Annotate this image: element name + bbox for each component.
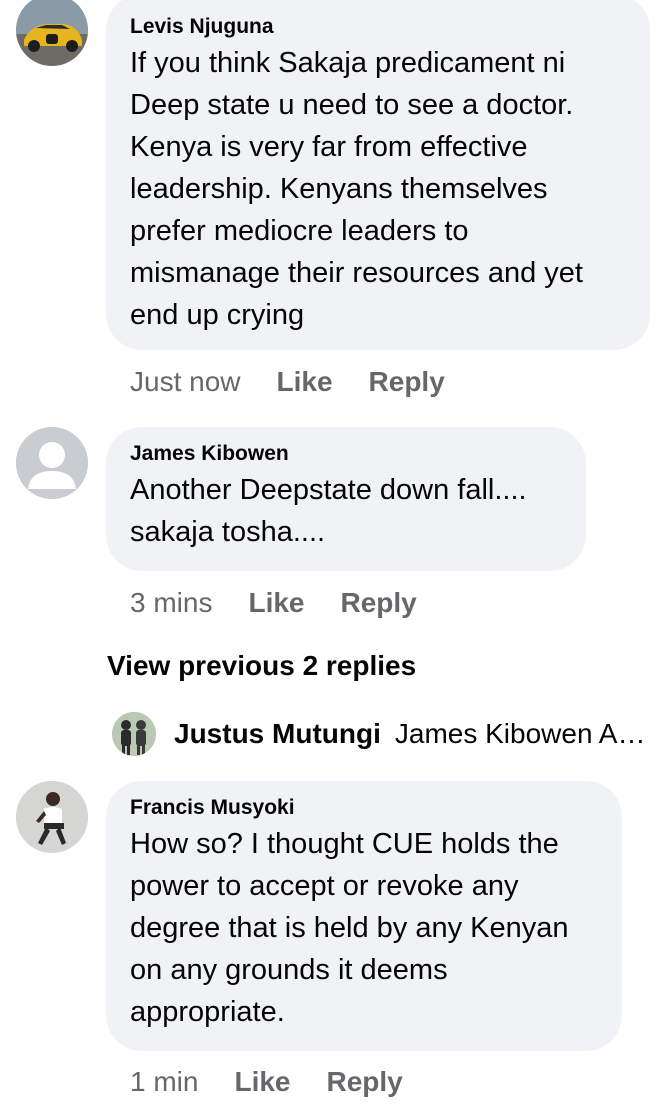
comment-bubble: Francis Musyoki How so? I thought CUE ho… xyxy=(106,781,622,1051)
latest-reply-preview[interactable]: Justus Mutungi James Kibowen Another Dee… xyxy=(112,710,652,758)
comment-meta: 3 mins Like Reply xyxy=(130,587,453,619)
reply-button[interactable]: Reply xyxy=(369,366,445,398)
like-button[interactable]: Like xyxy=(234,1066,290,1098)
avatar-levis-njuguna[interactable] xyxy=(16,0,88,66)
comment-time[interactable]: Just now xyxy=(130,366,241,398)
reply-snippet: James Kibowen Another Deepstate down fal… xyxy=(394,718,652,749)
like-button[interactable]: Like xyxy=(277,366,333,398)
avatar-james-kibowen[interactable] xyxy=(16,427,88,499)
reply-button[interactable]: Reply xyxy=(327,1066,403,1098)
comment-text: If you think Sakaja predicament ni Deep … xyxy=(130,47,583,331)
reply-button[interactable]: Reply xyxy=(341,587,417,619)
people-avatar-icon xyxy=(112,712,156,756)
comment-text: How so? I thought CUE holds the power to… xyxy=(130,828,569,1028)
comment-bubble: Levis Njuguna If you think Sakaja predic… xyxy=(106,0,650,350)
comment-author[interactable]: Francis Musyoki xyxy=(130,795,598,821)
avatar-justus-mutungi xyxy=(112,712,156,756)
person-sitting-avatar-icon xyxy=(16,781,88,853)
comment-time[interactable]: 3 mins xyxy=(130,587,212,619)
like-button[interactable]: Like xyxy=(248,587,304,619)
comment-time[interactable]: 1 min xyxy=(130,1066,198,1098)
default-user-icon xyxy=(16,427,88,499)
car-avatar-icon xyxy=(16,0,88,66)
comment-author[interactable]: James Kibowen xyxy=(130,441,562,467)
comment-bubble: James Kibowen Another Deepstate down fal… xyxy=(106,427,586,571)
avatar-francis-musyoki[interactable] xyxy=(16,781,88,853)
comment-meta: 1 min Like Reply xyxy=(130,1066,439,1098)
comment-author[interactable]: Levis Njuguna xyxy=(130,14,626,40)
view-previous-replies-link[interactable]: View previous 2 replies xyxy=(107,650,416,682)
reply-author: Justus Mutungi xyxy=(174,718,381,749)
comment-text: Another Deepstate down fall.... sakaja t… xyxy=(130,474,527,548)
comment-meta: Just now Like Reply xyxy=(130,366,481,398)
